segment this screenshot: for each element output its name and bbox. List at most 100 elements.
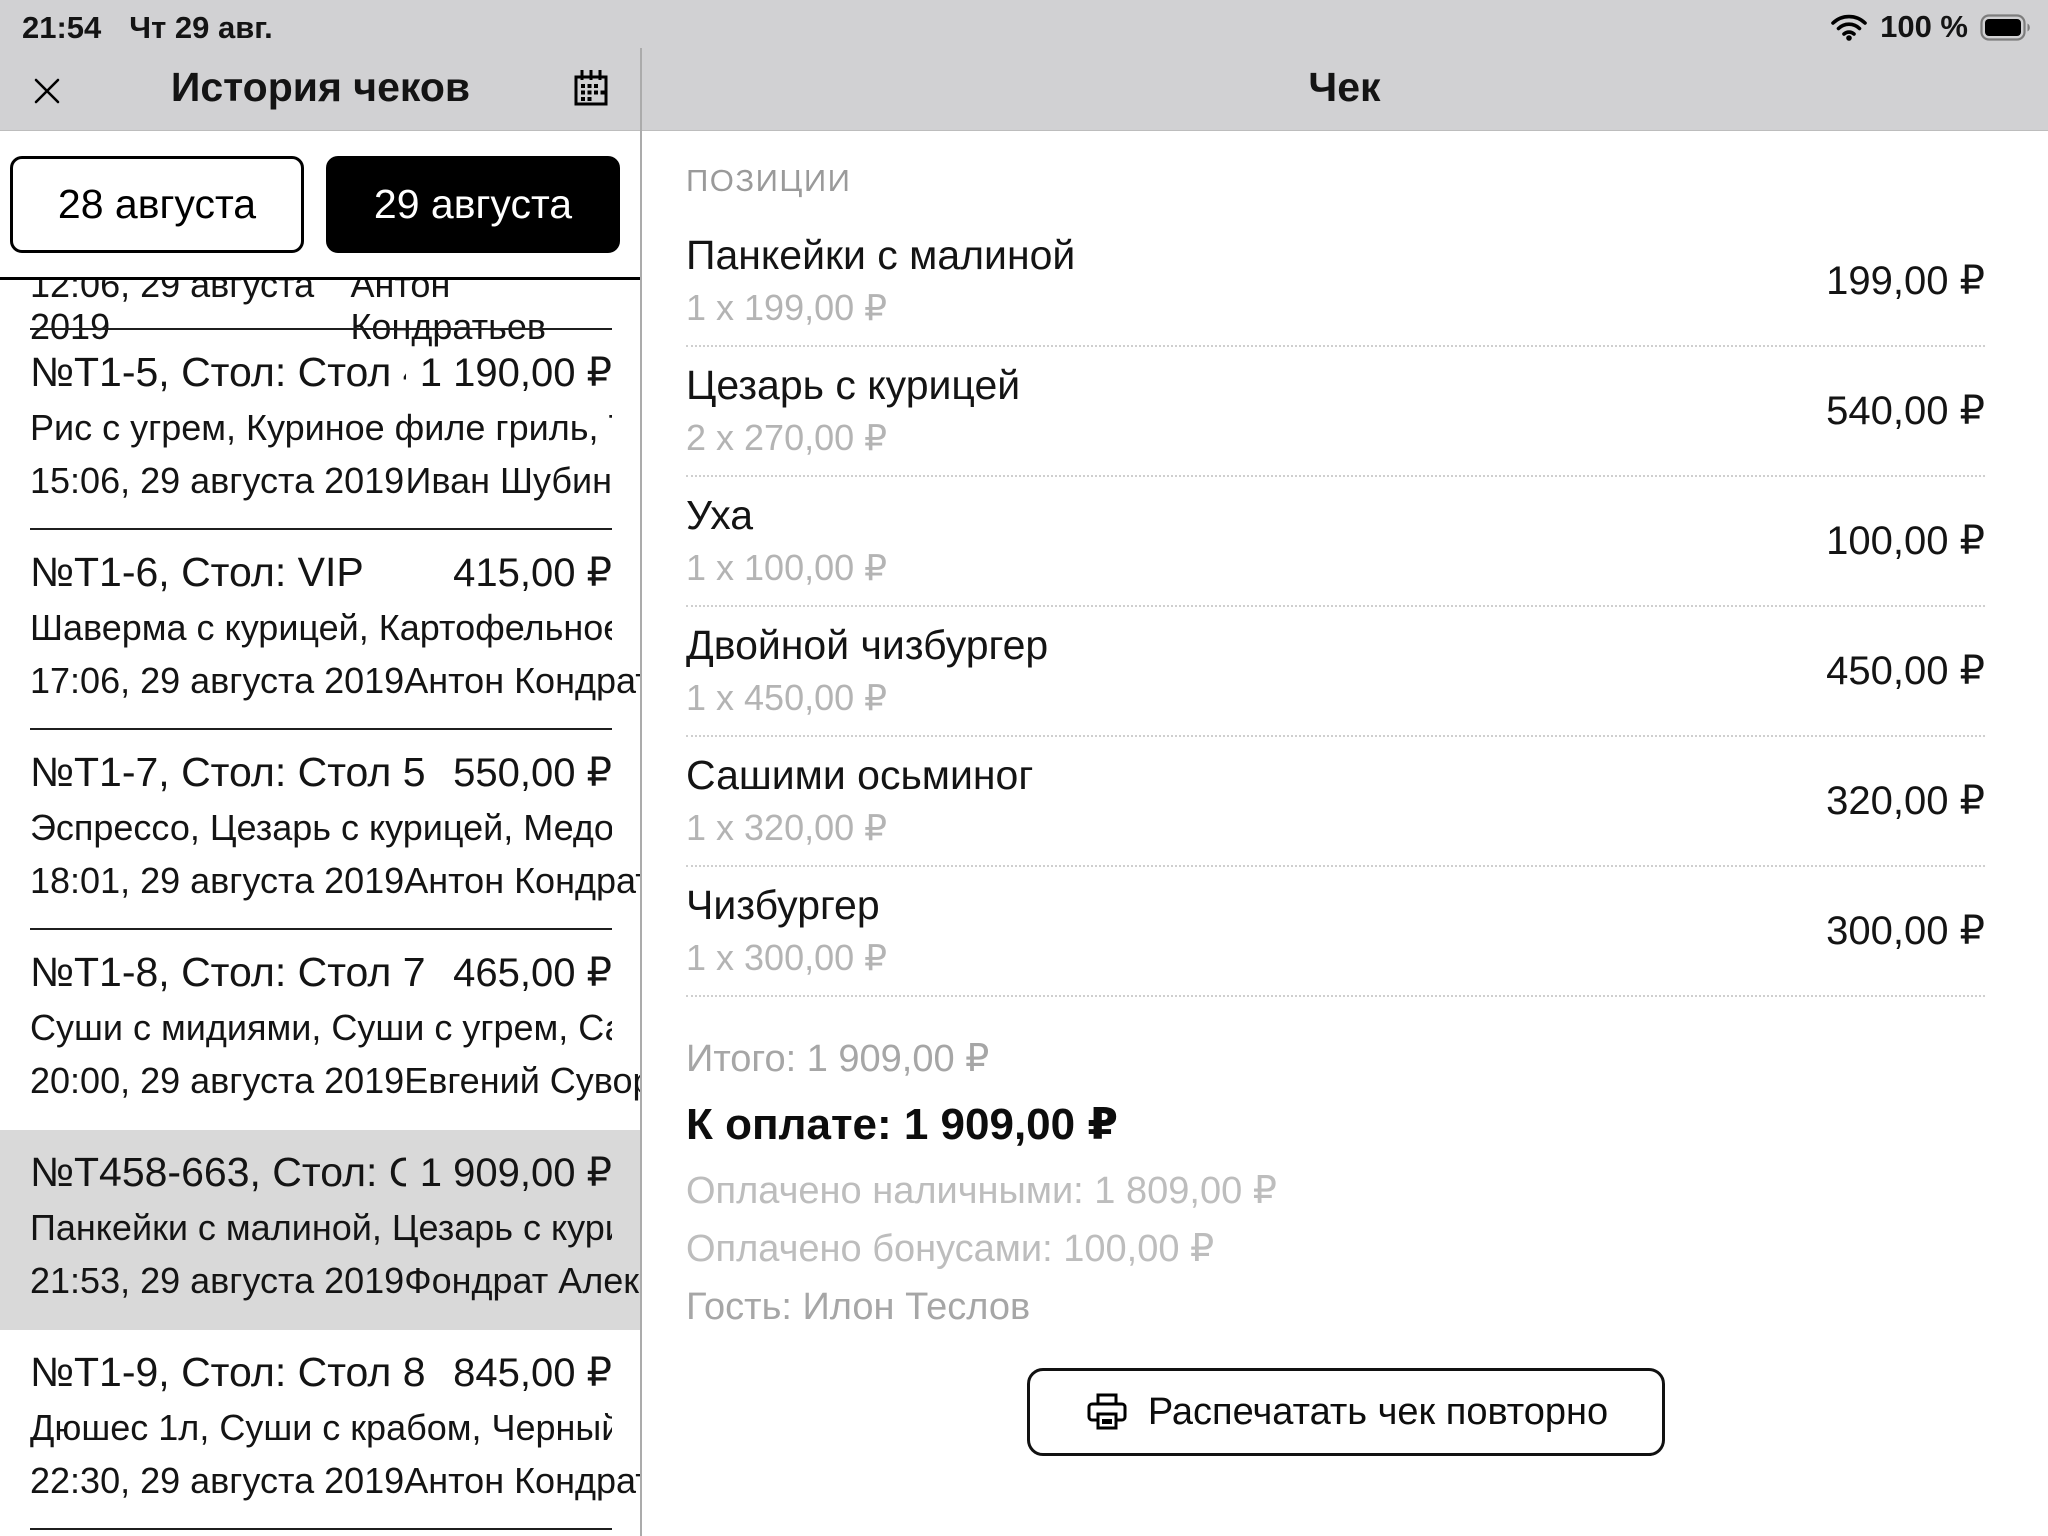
position-name: Панкейки с малиной	[686, 231, 1985, 279]
position-row: Панкейки с малиной 1 x 199,00 ₽ 199,00 ₽	[686, 217, 1985, 347]
receipt-time: 21:53, 29 августа 2019	[30, 1255, 404, 1307]
receipt-time: 17:06, 29 августа 2019	[30, 655, 404, 707]
position-name: Уха	[686, 491, 1985, 539]
paid-cash-line: Оплачено наличными: 1 809,00 ₽	[686, 1168, 1277, 1214]
receipt-number: №Т1-5, Стол: Стол 4	[30, 344, 406, 400]
receipt-row-top: №Т1-8, Стол: Стол 7 465,00 ₽	[30, 944, 612, 1001]
position-total-price: 320,00 ₽	[1826, 778, 1985, 824]
position-name: Цезарь с курицей	[686, 361, 1985, 409]
subtotal-line: Итого: 1 909,00 ₽	[686, 1036, 1277, 1082]
reprint-receipt-label: Распечатать чек повторно	[1148, 1391, 1608, 1434]
panel-divider	[640, 48, 642, 1536]
position-name: Сашими осьминог	[686, 751, 1985, 799]
receipt-row-top: №Т1-6, Стол: VIP 415,00 ₽	[30, 544, 612, 601]
position-row: Чизбургер 1 x 300,00 ₽ 300,00 ₽	[686, 867, 1985, 997]
receipt-row[interactable]: №Т1-6, Стол: VIP 415,00 ₽ Шаверма с кури…	[0, 530, 641, 730]
left-panel-title: История чеков	[0, 64, 641, 111]
position-name: Чизбургер	[686, 881, 1985, 929]
amount-due-line: К оплате: 1 909,00 ₽	[686, 1096, 1277, 1154]
status-bar-left: 21:54 Чт 29 авг.	[22, 10, 273, 46]
receipt-waiter: Фондрат Алексе...	[404, 1255, 641, 1307]
calendar-icon	[568, 66, 614, 112]
receipt-row-top: №Т458-663, Стол: Ст... 1 909,00 ₽	[30, 1144, 612, 1201]
receipt-waiter: Иван Шубин	[405, 455, 612, 507]
receipt-total: 465,00 ₽	[453, 945, 612, 1001]
receipt-total: 415,00 ₽	[453, 545, 612, 601]
totals-block: Итого: 1 909,00 ₽ К оплате: 1 909,00 ₽ О…	[686, 1036, 1277, 1330]
receipt-time: 20:00, 29 августа 2019	[30, 1055, 404, 1107]
reprint-receipt-button[interactable]: Распечатать чек повторно	[1027, 1368, 1665, 1456]
date-tab-label: 29 августа	[374, 181, 572, 228]
position-qty-price: 1 x 450,00 ₽	[686, 677, 1985, 719]
receipt-total: 1 190,00 ₽	[420, 345, 612, 401]
receipt-row-bottom: 18:01, 29 августа 2019 Антон Кондратьев	[30, 855, 612, 907]
position-row: Двойной чизбургер 1 x 450,00 ₽ 450,00 ₽	[686, 607, 1985, 737]
position-qty-price: 1 x 199,00 ₽	[686, 287, 1985, 329]
position-qty-price: 2 x 270,00 ₽	[686, 417, 1985, 459]
receipt-summary: Суши с мидиями, Суши с угрем, Сашими...	[30, 1001, 612, 1055]
position-qty-price: 1 x 100,00 ₽	[686, 547, 1985, 589]
receipt-waiter: Евгений Суворов	[404, 1055, 641, 1107]
position-name: Двойной чизбургер	[686, 621, 1985, 669]
receipt-summary: Дюшес 1л, Суши с крабом, Черный кофе	[30, 1401, 612, 1455]
paid-bonus-line: Оплачено бонусами: 100,00 ₽	[686, 1226, 1277, 1272]
receipt-row-bottom: 21:53, 29 августа 2019 Фондрат Алексе...	[30, 1255, 612, 1307]
receipt-number: №Т1-9, Стол: Стол 8	[30, 1344, 426, 1400]
date-tab[interactable]: 28 августа	[10, 156, 304, 253]
position-qty-price: 1 x 320,00 ₽	[686, 807, 1985, 849]
position-total-price: 300,00 ₽	[1826, 908, 1985, 954]
wifi-icon	[1830, 13, 1868, 41]
status-time: 21:54	[22, 10, 101, 46]
receipt-waiter: Антон Кондратьев	[404, 855, 641, 907]
receipt-time: 15:06, 29 августа 2019	[30, 455, 404, 507]
position-row: Уха 1 x 100,00 ₽ 100,00 ₽	[686, 477, 1985, 607]
receipt-total: 845,00 ₽	[453, 1345, 612, 1401]
receipt-row[interactable]: №Т1-8, Стол: Стол 7 465,00 ₽ Суши с миди…	[0, 930, 641, 1130]
receipt-row-top: №Т1-5, Стол: Стол 4 1 190,00 ₽	[30, 344, 612, 401]
receipt-row-bottom: 20:00, 29 августа 2019 Евгений Суворов	[30, 1055, 612, 1107]
position-qty-price: 1 x 300,00 ₽	[686, 937, 1985, 979]
printer-icon	[1084, 1389, 1130, 1435]
position-total-price: 540,00 ₽	[1826, 388, 1985, 434]
receipt-summary: Панкейки с малиной, Цезарь с курицей,...	[30, 1201, 612, 1255]
status-date: Чт 29 авг.	[129, 10, 272, 46]
receipts-list: 12:06, 29 августа 2019 Антон Кондратьев …	[0, 280, 641, 1536]
receipt-row-top: №Т1-7, Стол: Стол 5 550,00 ₽	[30, 744, 612, 801]
positions-section-label: ПОЗИЦИИ	[686, 163, 851, 199]
receipt-time: 18:01, 29 августа 2019	[30, 855, 404, 907]
receipt-row[interactable]: №Т1-9, Стол: Стол 8 845,00 ₽ Дюшес 1л, С…	[0, 1330, 641, 1530]
date-tab-label: 28 августа	[58, 181, 256, 228]
receipt-number: №Т458-663, Стол: Ст...	[30, 1144, 406, 1200]
positions-list: Панкейки с малиной 1 x 199,00 ₽ 199,00 ₽…	[686, 217, 1985, 997]
receipt-number: №Т1-6, Стол: VIP	[30, 544, 364, 600]
receipt-row-bottom: 15:06, 29 августа 2019 Иван Шубин	[30, 455, 612, 507]
position-total-price: 450,00 ₽	[1826, 648, 1985, 694]
receipt-total: 1 909,00 ₽	[420, 1145, 612, 1201]
receipt-panel-title: Чек	[641, 64, 2048, 111]
guest-line: Гость: Илон Теслов	[686, 1284, 1277, 1330]
position-row: Сашими осьминог 1 x 320,00 ₽ 320,00 ₽	[686, 737, 1985, 867]
date-tabs-row: 28 августа 29 августа	[0, 131, 641, 280]
app-screen: 21:54 Чт 29 авг. 100 % История	[0, 0, 2048, 1536]
receipt-summary: Шаверма с курицей, Картофельное пюр...	[30, 601, 612, 655]
position-total-price: 199,00 ₽	[1826, 258, 1985, 304]
status-bar-right: 100 %	[1830, 9, 2032, 45]
receipt-waiter: Антон Кондратьев	[404, 1455, 641, 1507]
receipt-row-bottom: 17:06, 29 августа 2019 Антон Кондратьев	[30, 655, 612, 707]
battery-percentage: 100 %	[1880, 9, 1968, 45]
date-tab[interactable]: 29 августа	[326, 156, 620, 253]
receipt-summary: Рис с угрем, Куриное филе гриль, Томле..…	[30, 401, 612, 455]
position-total-price: 100,00 ₽	[1826, 518, 1985, 564]
receipt-row-top: №Т1-9, Стол: Стол 8 845,00 ₽	[30, 1344, 612, 1401]
receipt-row[interactable]: №Т1-5, Стол: Стол 4 1 190,00 ₽ Рис с угр…	[0, 330, 641, 530]
receipt-row[interactable]: №Т1-7, Стол: Стол 5 550,00 ₽ Эспрессо, Ц…	[0, 730, 641, 930]
receipt-number: №Т1-8, Стол: Стол 7	[30, 944, 426, 1000]
calendar-button[interactable]	[568, 66, 614, 112]
receipt-time: 22:30, 29 августа 2019	[30, 1455, 404, 1507]
receipt-number: №Т1-7, Стол: Стол 5	[30, 744, 426, 800]
receipt-row[interactable]: №Т458-663, Стол: Ст... 1 909,00 ₽ Панкей…	[0, 1130, 641, 1330]
receipt-summary: Эспрессо, Цезарь с курицей, Медовик	[30, 801, 612, 855]
receipt-row-bottom: 22:30, 29 августа 2019 Антон Кондратьев	[30, 1455, 612, 1507]
receipt-row-partial[interactable]: 12:06, 29 августа 2019 Антон Кондратьев	[0, 280, 641, 330]
battery-full-icon	[1980, 14, 2032, 41]
